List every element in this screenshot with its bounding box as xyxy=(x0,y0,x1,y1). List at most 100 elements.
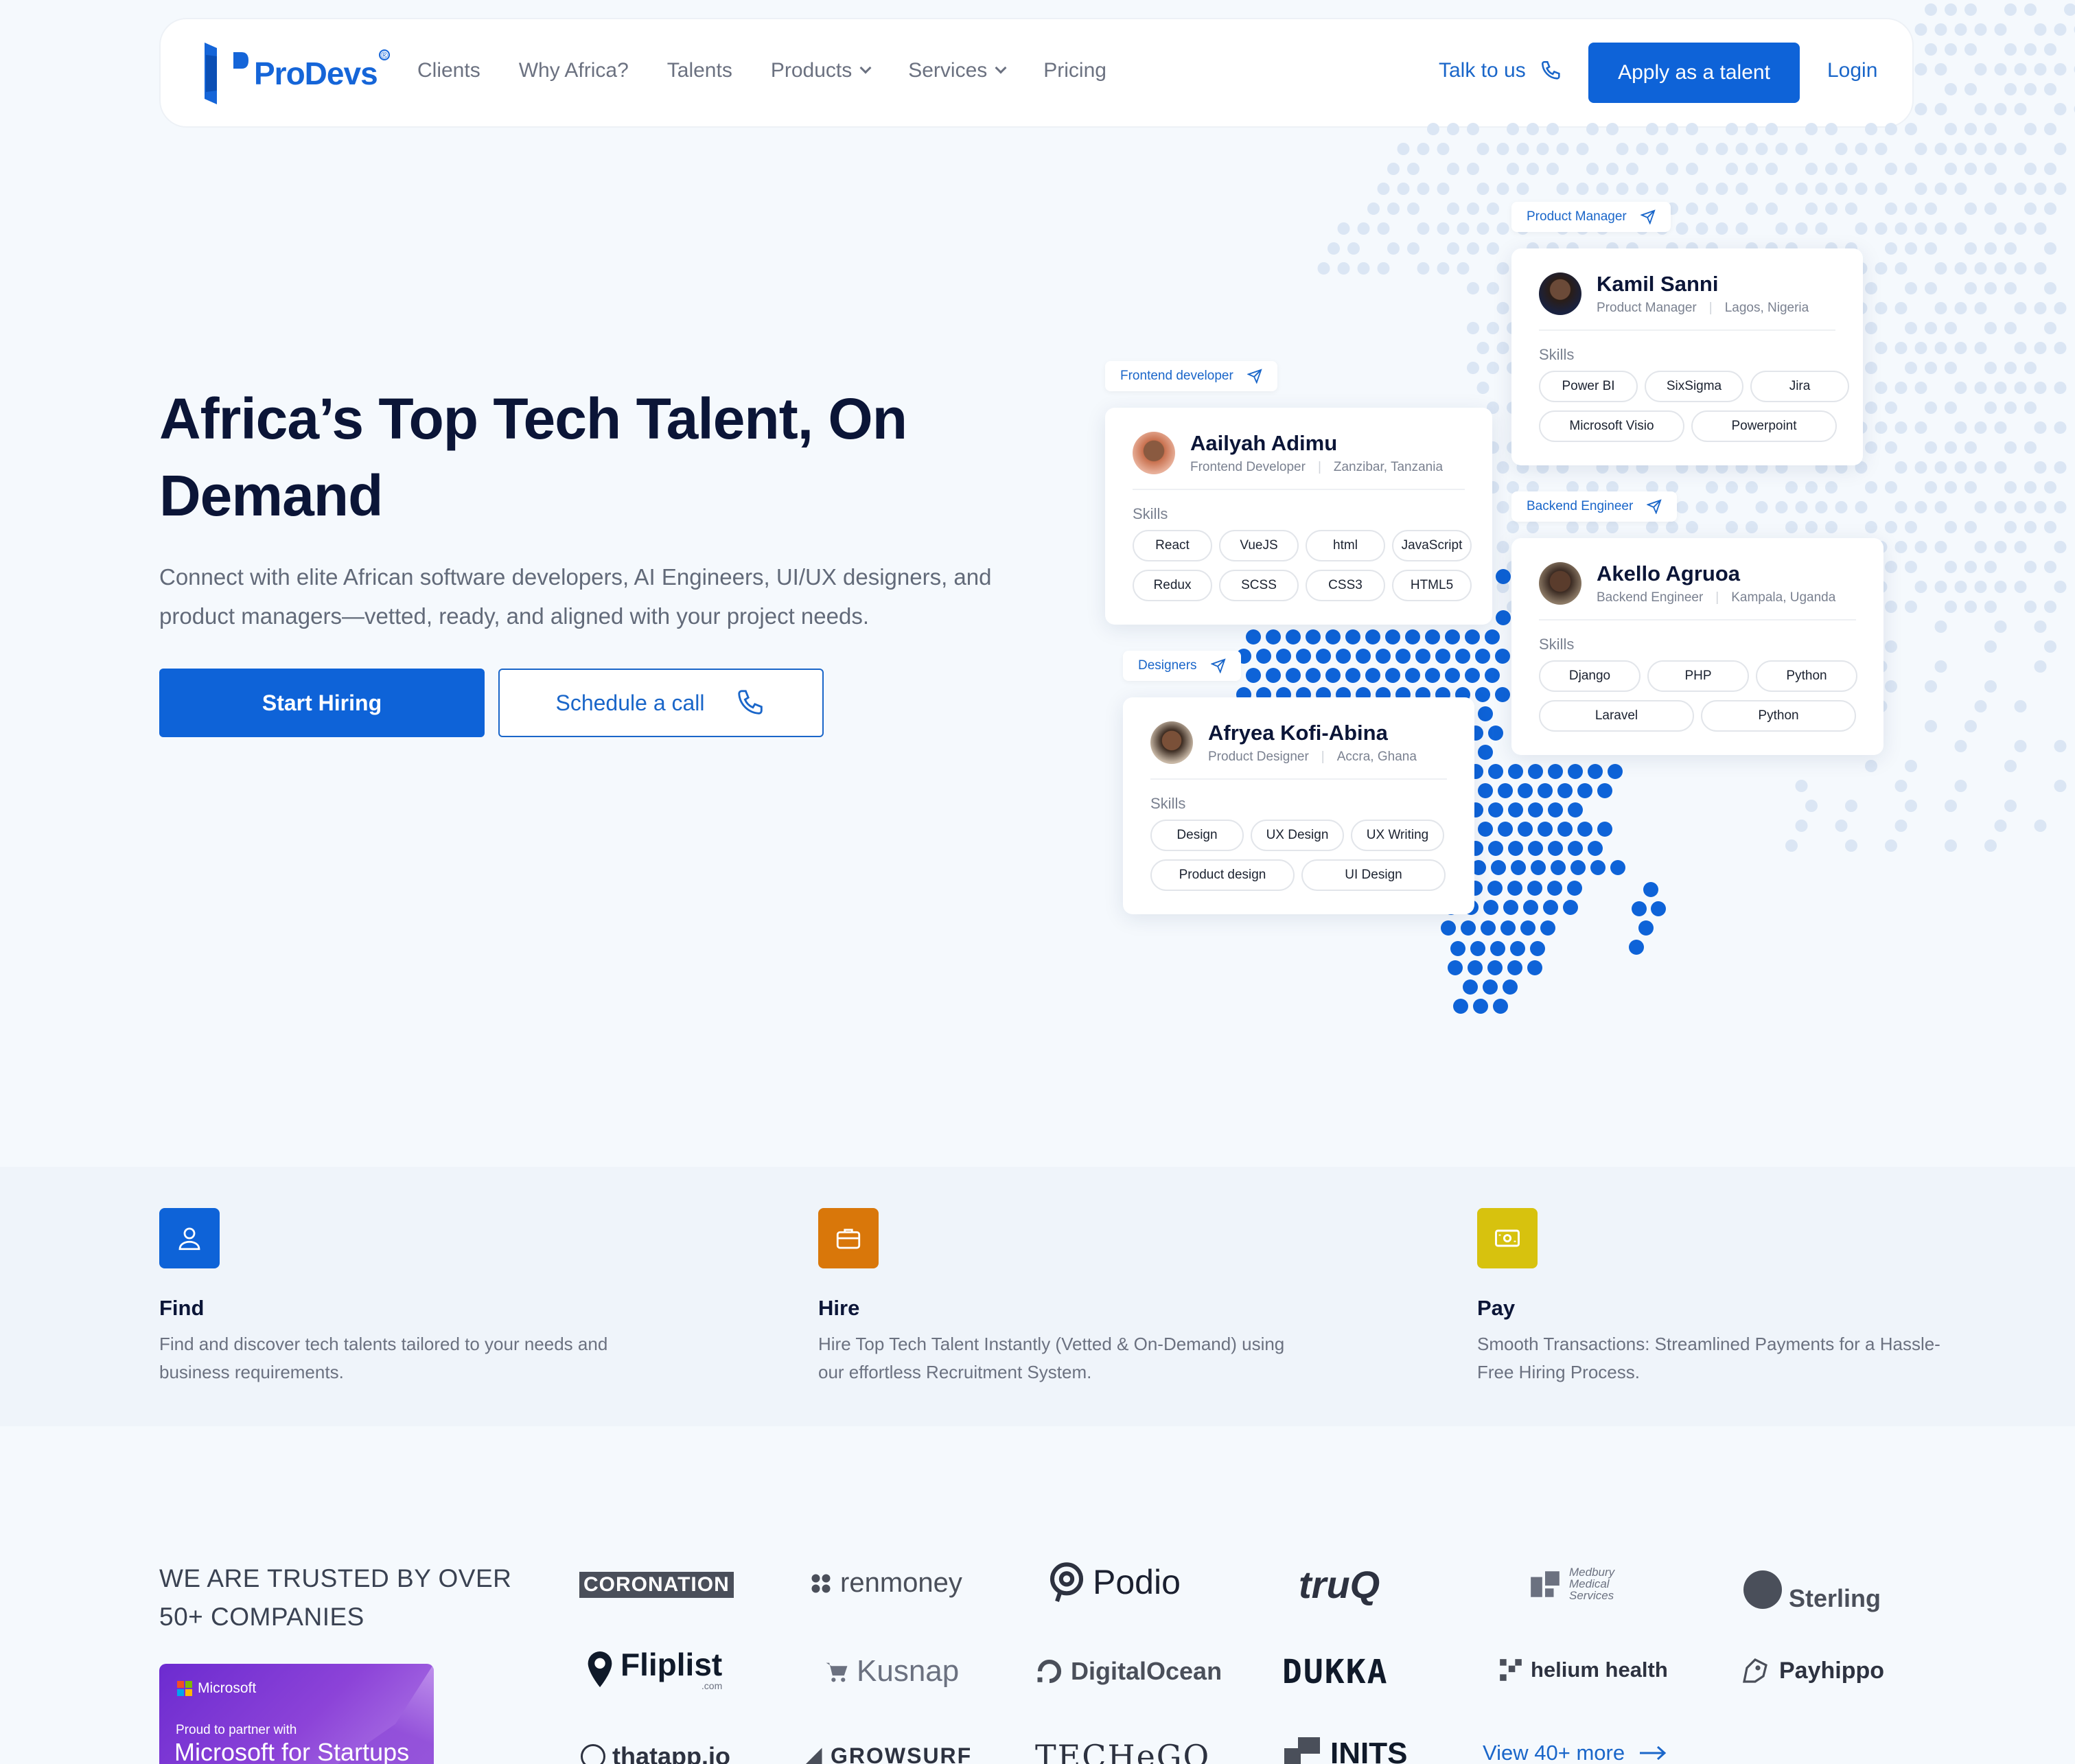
role-tag-designers[interactable]: Designers xyxy=(1123,651,1241,681)
map-dot xyxy=(2014,342,2027,354)
map-dot xyxy=(1656,183,1669,195)
map-dot xyxy=(1954,421,1967,434)
map-dot xyxy=(1473,999,1488,1014)
map-dot xyxy=(1686,163,1698,175)
map-dot xyxy=(1825,202,1838,215)
map-dot xyxy=(1974,302,1987,314)
map-dot xyxy=(1586,163,1599,175)
map-dot xyxy=(2014,143,2027,155)
map-dot xyxy=(2004,83,2017,95)
map-dot xyxy=(1385,629,1400,645)
map-dot xyxy=(1570,860,1586,875)
talent-card[interactable]: Kamil Sanni Product Manager | Lagos, Niger… xyxy=(1511,248,1863,465)
skills-list: Laravel Python xyxy=(1539,700,1856,732)
map-dot xyxy=(1546,163,1559,175)
send-icon xyxy=(1210,658,1226,673)
nav-products[interactable]: Products xyxy=(771,59,872,82)
schedule-call-button[interactable]: Schedule a call xyxy=(498,669,824,737)
arrow-right-icon xyxy=(1640,1745,1667,1761)
talent-role: Product Manager xyxy=(1597,301,1697,315)
map-dot xyxy=(1356,649,1371,664)
map-dot xyxy=(1934,660,1947,673)
map-dot xyxy=(1437,222,1450,235)
map-dot xyxy=(1377,222,1390,235)
map-dot xyxy=(1487,322,1499,334)
nav-talents[interactable]: Talents xyxy=(667,59,732,82)
map-dot xyxy=(2054,103,2067,115)
map-dot xyxy=(1934,143,1947,155)
map-dot xyxy=(2034,461,2047,474)
map-dot xyxy=(1448,960,1463,975)
features-section: Find Find and discover tech talents tail… xyxy=(0,1167,2075,1426)
role-tag-frontend[interactable]: Frontend developer xyxy=(1105,361,1277,391)
map-dot xyxy=(1994,143,2007,155)
start-hiring-button[interactable]: Start Hiring xyxy=(159,669,485,737)
map-dot xyxy=(1905,202,1917,215)
talent-card[interactable]: Afryea Kofi-Abina Product Designer | Accra… xyxy=(1123,697,1474,914)
view-more-link[interactable]: View 40+ more xyxy=(1483,1741,1667,1764)
logo-truq: truQ xyxy=(1299,1562,1380,1607)
map-dot xyxy=(1964,720,1977,732)
map-dot xyxy=(1945,800,1957,812)
map-dot xyxy=(2044,43,2056,56)
map-dot xyxy=(2024,402,2037,414)
fliplist-wordmark: Fliplist .com xyxy=(621,1649,722,1691)
map-dot xyxy=(1934,302,1947,314)
map-dot xyxy=(1894,421,1908,434)
map-dot xyxy=(1795,222,1808,235)
map-dot xyxy=(1925,362,1937,374)
nav-clients[interactable]: Clients xyxy=(417,59,480,82)
map-dot xyxy=(1586,521,1599,533)
logo-podio: Podio xyxy=(1047,1559,1181,1605)
helium-icon xyxy=(1500,1659,1522,1681)
role-tag-product-manager[interactable]: Product Manager xyxy=(1511,202,1671,232)
map-dot xyxy=(1875,183,1888,195)
map-dot xyxy=(1875,262,1888,275)
map-dot xyxy=(1964,123,1977,135)
feature-pay: Pay Smooth Transactions: Streamlined Pay… xyxy=(1477,1208,1944,1386)
map-dot xyxy=(1755,501,1768,513)
divider: | xyxy=(1715,590,1719,605)
map-dot xyxy=(1646,123,1658,135)
map-dot xyxy=(1726,163,1738,175)
map-dot xyxy=(2034,222,2047,235)
map-dot xyxy=(1527,881,1542,896)
map-dot xyxy=(1885,402,1897,414)
map-dot xyxy=(2034,660,2047,673)
logo-text: Payhippo xyxy=(1779,1657,1885,1684)
map-dot xyxy=(1984,123,1997,135)
map-dot xyxy=(1964,202,1977,215)
map-dot xyxy=(1543,900,1558,915)
map-dot xyxy=(1775,222,1788,235)
talent-card[interactable]: Akello Agruoa Backend Engineer | Kampala, … xyxy=(1511,538,1883,755)
map-dot xyxy=(1835,820,1848,832)
map-dot xyxy=(1825,481,1838,494)
map-dot xyxy=(1865,362,1877,374)
map-dot xyxy=(2054,541,2067,553)
map-dot xyxy=(1487,202,1499,215)
map-dot xyxy=(1496,342,1509,354)
map-dot xyxy=(1556,183,1569,195)
map-dot xyxy=(2004,322,2017,334)
logo-text: INITS xyxy=(1330,1737,1408,1764)
map-dot xyxy=(1437,143,1450,155)
talent-role: Product Designer xyxy=(1208,750,1309,764)
map-dot xyxy=(1488,841,1503,856)
talent-card[interactable]: Aailyah Adimu Frontend Developer | Zanziba… xyxy=(1105,408,1492,625)
map-dot xyxy=(1695,501,1708,513)
map-dot xyxy=(2044,282,2056,294)
map-dot xyxy=(1666,521,1678,533)
cash-icon xyxy=(1477,1208,1538,1268)
map-dot xyxy=(1455,649,1470,664)
map-dot xyxy=(1606,521,1619,533)
nav-services[interactable]: Services xyxy=(908,59,1007,82)
talent-card-header: Akello Agruoa Backend Engineer | Kampala, … xyxy=(1539,561,1856,620)
avatar xyxy=(1133,432,1175,474)
nav-pricing[interactable]: Pricing xyxy=(1043,59,1106,82)
nav-why-africa[interactable]: Why Africa? xyxy=(519,59,629,82)
role-tag-backend[interactable]: Backend Engineer xyxy=(1511,491,1678,522)
map-dot xyxy=(1476,342,1489,354)
prodevs-logo[interactable]: ProDevs ® xyxy=(205,43,390,104)
map-dot xyxy=(1945,601,1957,613)
map-dot xyxy=(1885,521,1897,533)
